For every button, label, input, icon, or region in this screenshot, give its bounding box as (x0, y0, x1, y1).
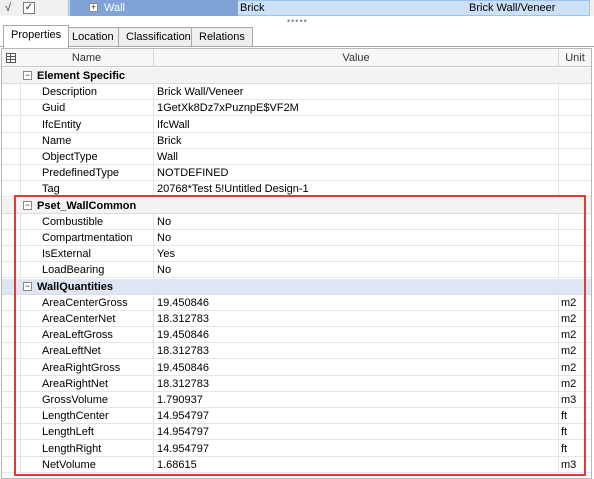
element-name: Wall (104, 2, 125, 14)
grid-line (558, 149, 559, 165)
property-value: Wall (157, 151, 178, 163)
group-label: Element Specific (37, 70, 126, 82)
property-row[interactable]: PredefinedType NOTDEFINED (2, 165, 591, 182)
property-name: Guid (42, 102, 66, 115)
property-unit (561, 100, 591, 116)
tab-relations[interactable]: Relations (191, 27, 253, 47)
tab-classification[interactable]: Classification (118, 27, 199, 47)
property-row[interactable]: Guid 1GetXk8Dz7xPuznpE$VF2M (2, 100, 591, 117)
grid-line (153, 100, 154, 117)
property-value: Brick Wall/Veneer (157, 86, 244, 99)
property-value: 1GetXk8Dz7xPuznpE$VF2M (157, 102, 299, 115)
row-checkbox[interactable]: ✓ (23, 2, 35, 14)
property-unit (561, 117, 591, 133)
property-row[interactable]: IfcEntity IfcWall (2, 116, 591, 133)
property-unit (561, 84, 591, 100)
grid-line (153, 132, 154, 149)
tab-strip: Properties Location Classification Relat… (0, 25, 594, 48)
grid-line (20, 116, 21, 133)
selected-element-row[interactable]: √ ✓ + Wall Brick Brick Wall/Veneer (0, 0, 594, 16)
grid-line (558, 84, 559, 101)
property-name: PredefinedType (42, 167, 120, 180)
collapse-minus-icon[interactable]: − (23, 71, 32, 80)
property-row[interactable]: Description Brick Wall/Veneer (2, 84, 591, 101)
tab-properties[interactable]: Properties (3, 25, 70, 48)
grid-line (153, 116, 154, 133)
element-type: Brick Wall/Veneer (469, 2, 556, 14)
grid-line (558, 132, 559, 149)
property-value: Brick (157, 134, 182, 147)
column-header-value[interactable]: Value (154, 49, 559, 67)
property-value: IfcWall (157, 118, 190, 131)
property-name: ObjectType (42, 151, 98, 163)
grid-line (558, 165, 559, 182)
expand-plus-icon[interactable]: + (89, 3, 98, 12)
property-value: NOTDEFINED (157, 167, 229, 180)
property-unit (561, 149, 591, 165)
grid-line (153, 84, 154, 101)
highlight-box (14, 195, 586, 476)
tab-location[interactable]: Location (64, 27, 122, 47)
grid-line (558, 100, 559, 117)
grid-options-icon[interactable] (6, 53, 16, 63)
grid-line (20, 149, 21, 165)
group-header[interactable]: − Element Specific (2, 68, 591, 84)
grid-line (558, 116, 559, 133)
element-material: Brick (240, 2, 265, 14)
grid-line (20, 165, 21, 182)
property-row[interactable]: Name Brick (2, 132, 591, 149)
grid-line (20, 84, 21, 101)
property-name: Name (42, 134, 72, 147)
property-name: Description (42, 86, 98, 99)
grid-header: Name Value Unit (2, 49, 591, 67)
column-header-name[interactable]: Name (20, 49, 154, 67)
property-unit (561, 165, 591, 181)
grid-line (153, 165, 154, 182)
grid-line (153, 149, 154, 165)
property-name: IfcEntity (42, 118, 82, 131)
tab-divider (0, 46, 594, 47)
property-row[interactable]: ObjectType Wall (2, 149, 591, 165)
grid-line (20, 132, 21, 149)
visibility-check-icon[interactable]: √ (5, 2, 11, 14)
property-unit (561, 133, 591, 149)
column-header-unit[interactable]: Unit (559, 49, 591, 67)
grid-line (20, 100, 21, 117)
